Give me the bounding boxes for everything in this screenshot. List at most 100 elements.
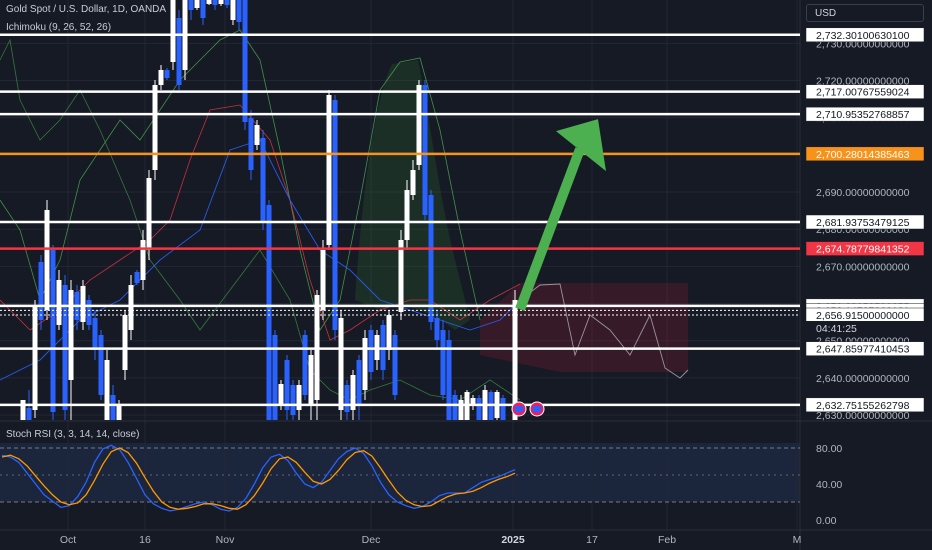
chart-window: { "header": { "symbol_title": "Gold Spot… — [0, 0, 932, 550]
us-flag-icon — [533, 406, 541, 412]
candle-body — [266, 205, 272, 420]
price-axis-tick-label: 2,640.00000000000 — [816, 373, 910, 385]
candle-body — [308, 355, 314, 405]
candle-body — [134, 272, 140, 283]
time-axis-label: M — [793, 534, 802, 546]
candle-body — [44, 210, 50, 310]
price-level-label: 2,674.78779841352 — [816, 244, 910, 256]
candle-body — [176, 18, 182, 85]
candle-body — [386, 315, 392, 350]
candle-body — [410, 170, 416, 195]
candle-body — [92, 318, 98, 350]
candle-body — [116, 404, 122, 420]
price-level-label: 2,732.30100630100 — [816, 30, 910, 42]
candle-body — [344, 385, 350, 412]
candle-body — [230, 0, 236, 20]
candle-body — [392, 335, 398, 395]
candle-body — [32, 305, 38, 410]
candle-body — [296, 385, 302, 410]
candle-body — [428, 195, 434, 322]
symbol-title: Gold Spot / U.S. Dollar, 1D, OANDA — [6, 4, 167, 15]
candle-body — [56, 280, 62, 325]
candle-body — [38, 262, 44, 320]
price-axis-tick-label: 2,690.00000000000 — [816, 187, 910, 199]
ichimoku-legend[interactable]: Ichimoku (9, 26, 52, 26) — [6, 22, 111, 33]
candle-body — [398, 240, 404, 312]
candle-body — [302, 335, 308, 395]
candle-body — [458, 400, 464, 420]
price-level-label: 2,700.28014385463 — [816, 149, 910, 161]
candle-body — [170, 0, 176, 62]
candle-body — [242, 0, 248, 122]
price-level-label: 2,710.95352768857 — [816, 109, 910, 121]
price-level-label: 2,632.75155262798 — [816, 400, 910, 412]
time-axis-label: Oct — [60, 534, 76, 546]
us-flag-icon — [515, 406, 523, 412]
candle-body — [104, 360, 110, 420]
candle-body — [338, 318, 344, 410]
price-level-label: 2,647.85977410453 — [816, 344, 910, 356]
ichimoku-cloud-red — [480, 283, 688, 372]
time-axis-label: 17 — [586, 534, 598, 546]
stoch-band-fill — [0, 443, 800, 502]
candle-body — [128, 285, 134, 330]
candle-body — [152, 85, 158, 170]
candle-body — [278, 384, 284, 405]
candle-body — [500, 398, 506, 420]
candle-body — [356, 360, 362, 405]
candle-body — [236, 0, 242, 22]
time-axis-label: 16 — [139, 534, 151, 546]
price-level-label: 2,717.00767559024 — [816, 87, 910, 99]
candle-body — [194, 0, 200, 8]
price-level-label: 2,681.93753479125 — [816, 217, 910, 229]
candle-body — [20, 400, 26, 420]
candle-body — [476, 398, 482, 420]
time-axis-label: Feb — [658, 534, 676, 546]
candle-body — [188, 0, 194, 10]
candle-body — [320, 250, 326, 310]
candle-body — [404, 190, 410, 240]
candle-body — [164, 70, 170, 78]
candle-body — [362, 338, 368, 390]
time-axis-label: 2025 — [501, 534, 525, 546]
candle-body — [284, 360, 290, 410]
price-axis-tick-label: 2,670.00000000000 — [816, 261, 910, 273]
candle-body — [368, 330, 374, 372]
candle-body — [440, 330, 446, 395]
currency-button[interactable]: USD — [806, 4, 924, 22]
stoch-axis-tick-label: 80.00 — [816, 443, 842, 455]
chart-canvas[interactable]: 2,630.000000000002,640.000000000002,650.… — [0, 0, 932, 550]
candle-body — [206, 0, 212, 4]
price-level-label: 2,656.91500000000 — [816, 310, 910, 322]
candle-body — [254, 125, 260, 145]
candle-body — [248, 118, 254, 170]
candle-body — [26, 408, 32, 420]
candle-body — [146, 178, 152, 250]
candle-body — [224, 0, 230, 5]
candle-body — [452, 395, 458, 420]
stoch-axis-tick-label: 40.00 — [816, 479, 842, 491]
candle-body — [110, 395, 116, 420]
candle-body — [86, 300, 92, 325]
candle-body — [200, 0, 206, 18]
candle-body — [158, 70, 164, 85]
candle-body — [50, 250, 56, 412]
stoch-rsi-legend[interactable]: Stoch RSI (3, 3, 14, 14, close) — [6, 429, 139, 440]
candle-body — [422, 85, 428, 215]
candle-body — [332, 100, 338, 330]
countdown-label: 04:41:25 — [816, 323, 857, 335]
candle-body — [212, 0, 218, 5]
stoch-axis-tick-label: 0.00 — [816, 515, 837, 527]
candle-body — [122, 315, 128, 370]
candle-body — [446, 340, 452, 420]
candle-body — [290, 385, 296, 415]
time-axis-label: Nov — [216, 534, 235, 546]
candle-body — [218, 0, 224, 4]
candle-body — [98, 335, 104, 395]
time-axis-label: Dec — [362, 534, 381, 546]
candle-body — [80, 286, 86, 322]
candle-body — [260, 138, 266, 222]
candle-body — [68, 290, 74, 380]
candle-body — [140, 240, 146, 280]
candle-body — [434, 318, 440, 340]
